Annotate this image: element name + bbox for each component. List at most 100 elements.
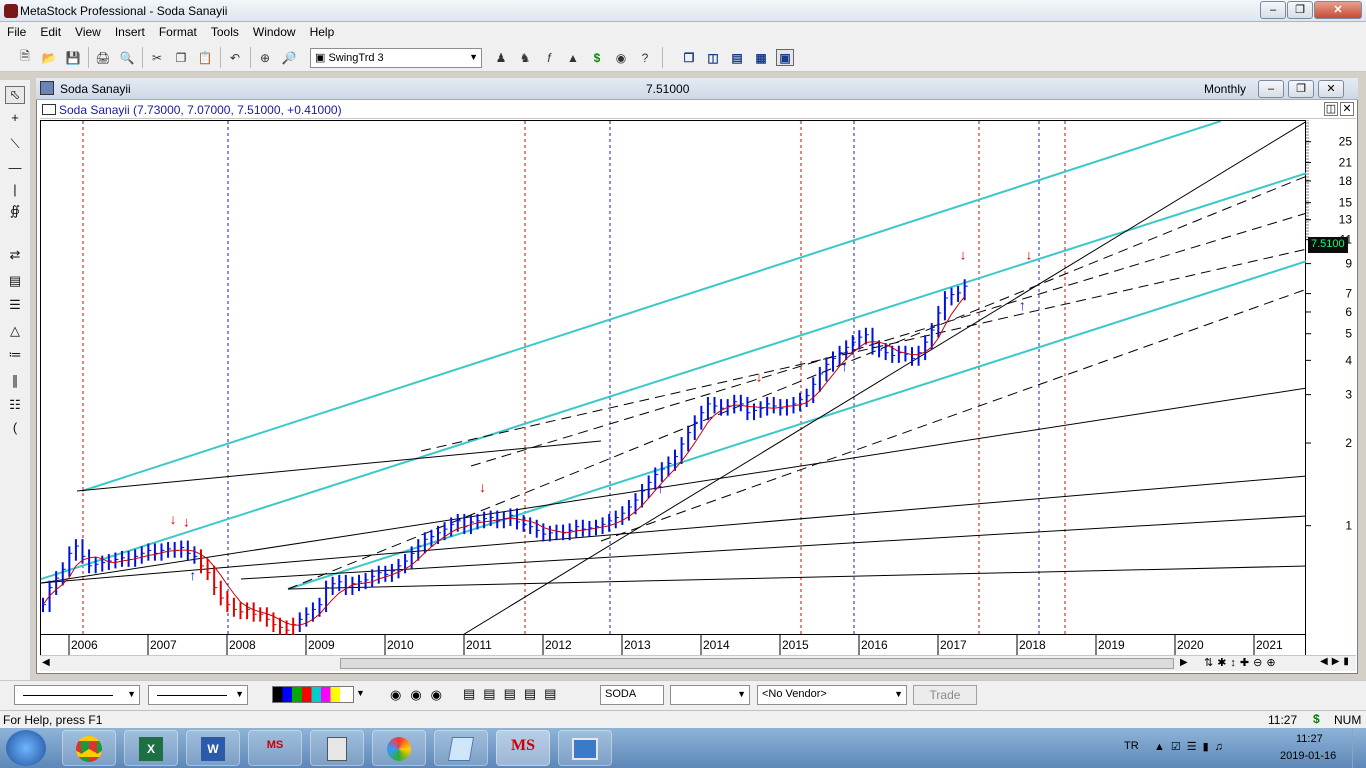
menu-file[interactable]: File	[0, 22, 33, 39]
scroll-left-icon[interactable]: ◀	[42, 657, 50, 668]
line-weight-combo[interactable]: ▼	[148, 685, 248, 705]
sell-arrow-icon: ↓	[756, 369, 763, 385]
menu-help[interactable]: Help	[303, 22, 342, 39]
template-combo[interactable]: ▣ SwingTrd 3 ▼	[310, 48, 482, 68]
toolbar-separator	[142, 47, 143, 68]
dashed-trendline	[287, 175, 1308, 590]
excel-taskbar-icon[interactable]: X	[124, 730, 178, 766]
fan-icon[interactable]: ≔	[5, 346, 25, 364]
gann-icon[interactable]: △	[5, 322, 25, 340]
clock-date[interactable]: 2019-01-16	[1280, 750, 1336, 762]
browser-icons[interactable]: ◉◉◉	[390, 687, 451, 703]
close-button[interactable]: ✕	[1314, 1, 1362, 19]
system-tester-icon[interactable]: ▲	[564, 49, 582, 66]
copy-icon[interactable]: ❐	[172, 49, 190, 66]
chart-close-button[interactable]: ✕	[1318, 80, 1344, 98]
metastock-downloader-taskbar-icon[interactable]: MS	[248, 730, 302, 766]
inner-restore-button[interactable]: ◫	[1324, 102, 1338, 116]
chevron-down-icon[interactable]: ▼	[356, 688, 365, 698]
page-nav-icon[interactable]: ◀▶▮	[1320, 656, 1353, 667]
periodicity[interactable]: Monthly	[1204, 82, 1246, 96]
list-combo[interactable]: ▼	[670, 685, 750, 705]
x-axis-svg: 2006 2007 2008 2009 2010 2011 2012 2013 2014 2015…	[68, 635, 1283, 655]
tile-grid-icon[interactable]: ▦	[752, 49, 770, 66]
crosshair-icon[interactable]: ⊕	[256, 49, 274, 66]
line-style-combo[interactable]: ▼	[14, 685, 140, 705]
cross-icon[interactable]: +	[5, 108, 25, 126]
toolbar-separator	[220, 47, 221, 68]
scroll-thumb[interactable]	[340, 658, 1174, 669]
security-info: Soda Sanayii (7.73000, 7.07000, 7.51000,…	[59, 103, 342, 117]
chevron-down-icon: ▼	[469, 52, 478, 62]
chart-restore-button[interactable]: ❐	[1288, 80, 1314, 98]
zoom-icon[interactable]: 🔎	[280, 49, 298, 66]
x-tick-label: 2008	[229, 638, 256, 652]
tile-vertical-icon[interactable]: ◫	[704, 49, 722, 66]
menu-window[interactable]: Window	[246, 22, 303, 39]
language-indicator[interactable]: TR	[1124, 740, 1139, 752]
zoom-controls-icon[interactable]: ⇅✱↕✚⊖⊕	[1204, 656, 1280, 669]
help-pointer-icon[interactable]: ?	[636, 49, 654, 66]
chrome-taskbar-icon[interactable]	[62, 730, 116, 766]
menu-tools[interactable]: Tools	[204, 22, 246, 39]
x-axis: 2006 2007 2008 2009 2010 2011 2012 2013 2014 2015…	[40, 635, 1306, 655]
trendline-icon[interactable]: ⟍	[5, 135, 25, 153]
pointer-icon[interactable]: ⬁	[5, 86, 25, 104]
save-icon[interactable]: 💾	[64, 49, 82, 66]
cascade-icon[interactable]: ❐	[680, 49, 698, 66]
fibonacci-icon[interactable]: ☰	[5, 296, 25, 314]
undo-icon[interactable]: ↶	[226, 49, 244, 66]
color-palette[interactable]	[272, 686, 354, 703]
paint-taskbar-icon[interactable]	[372, 730, 426, 766]
horizontal-line-icon[interactable]: —	[5, 158, 25, 176]
menu-format[interactable]: Format	[152, 22, 204, 39]
open-icon[interactable]: 📂	[40, 49, 58, 66]
vendor-combo[interactable]: <No Vendor> ▼	[757, 685, 907, 705]
cut-icon[interactable]: ✂	[148, 49, 166, 66]
binoculars-icon[interactable]: ◉	[612, 49, 630, 66]
scroll-right-icon[interactable]: ▶	[1180, 657, 1188, 668]
paste-icon[interactable]: 📋	[196, 49, 214, 66]
arrange-icon[interactable]: ▣	[776, 49, 794, 66]
cycle-lines-icon[interactable]: ☷	[5, 396, 25, 414]
notes-taskbar-icon[interactable]	[434, 730, 488, 766]
trade-button[interactable]: Trade	[913, 685, 977, 705]
metastock-taskbar-icon[interactable]: MS	[496, 730, 550, 766]
tray-icons[interactable]: ▲☑☰▮♫	[1154, 740, 1229, 753]
vertical-line-icon[interactable]: |	[5, 180, 25, 198]
price-chart[interactable]: ↓↓↓↓↓↓↑↑↑↑↑	[40, 120, 1308, 646]
chart-window-titlebar: Soda Sanayii 7.51000 Monthly – ❐ ✕	[36, 78, 1358, 100]
channel-icon[interactable]: ∥	[5, 372, 25, 390]
print-preview-icon[interactable]: 🔍	[118, 49, 136, 66]
inner-close-button[interactable]: ✕	[1340, 102, 1354, 116]
screenshot-taskbar-icon[interactable]	[558, 730, 612, 766]
menu-edit[interactable]: Edit	[33, 22, 68, 39]
arc-icon[interactable]: (	[5, 418, 25, 436]
arrow-icon[interactable]: ⇄	[5, 246, 25, 264]
calculator-taskbar-icon[interactable]	[310, 730, 364, 766]
show-desktop-button[interactable]	[1352, 728, 1366, 768]
word-taskbar-icon[interactable]: W	[186, 730, 240, 766]
buy-arrow-icon: ↑	[189, 567, 196, 583]
text-icon[interactable]: ▤	[5, 272, 25, 290]
speed-line-icon[interactable]: ∯	[5, 202, 25, 220]
new-icon[interactable]: 🗎	[16, 49, 34, 66]
symbol-field[interactable]: SODA	[600, 685, 664, 705]
tile-horizontal-icon[interactable]: ▤	[728, 49, 746, 66]
chart-minimize-button[interactable]: –	[1258, 80, 1284, 98]
y-tick-label: 21	[1339, 156, 1353, 170]
maximize-button[interactable]: ❐	[1287, 1, 1313, 19]
horizontal-scrollbar[interactable]: ◀ ▶ ⇅✱↕✚⊖⊕ ◀▶▮	[40, 655, 1356, 671]
start-button[interactable]	[6, 730, 46, 766]
expert-icon[interactable]: ♟	[492, 49, 510, 66]
minimize-button[interactable]: –	[1260, 1, 1286, 19]
price-chart-svg: ↓↓↓↓↓↓↑↑↑↑↑	[40, 120, 1308, 646]
menu-view[interactable]: View	[68, 22, 108, 39]
explorer-icon[interactable]: ♞	[516, 49, 534, 66]
dollar-icon[interactable]: $	[588, 49, 606, 66]
menu-insert[interactable]: Insert	[108, 22, 152, 39]
formula-icon[interactable]: f	[540, 49, 558, 66]
print-icon[interactable]: 🖨	[94, 49, 112, 66]
window-layout-icons[interactable]: ▤▤▤▤▤	[463, 686, 564, 702]
clock-time[interactable]: 11:27	[1296, 733, 1323, 745]
